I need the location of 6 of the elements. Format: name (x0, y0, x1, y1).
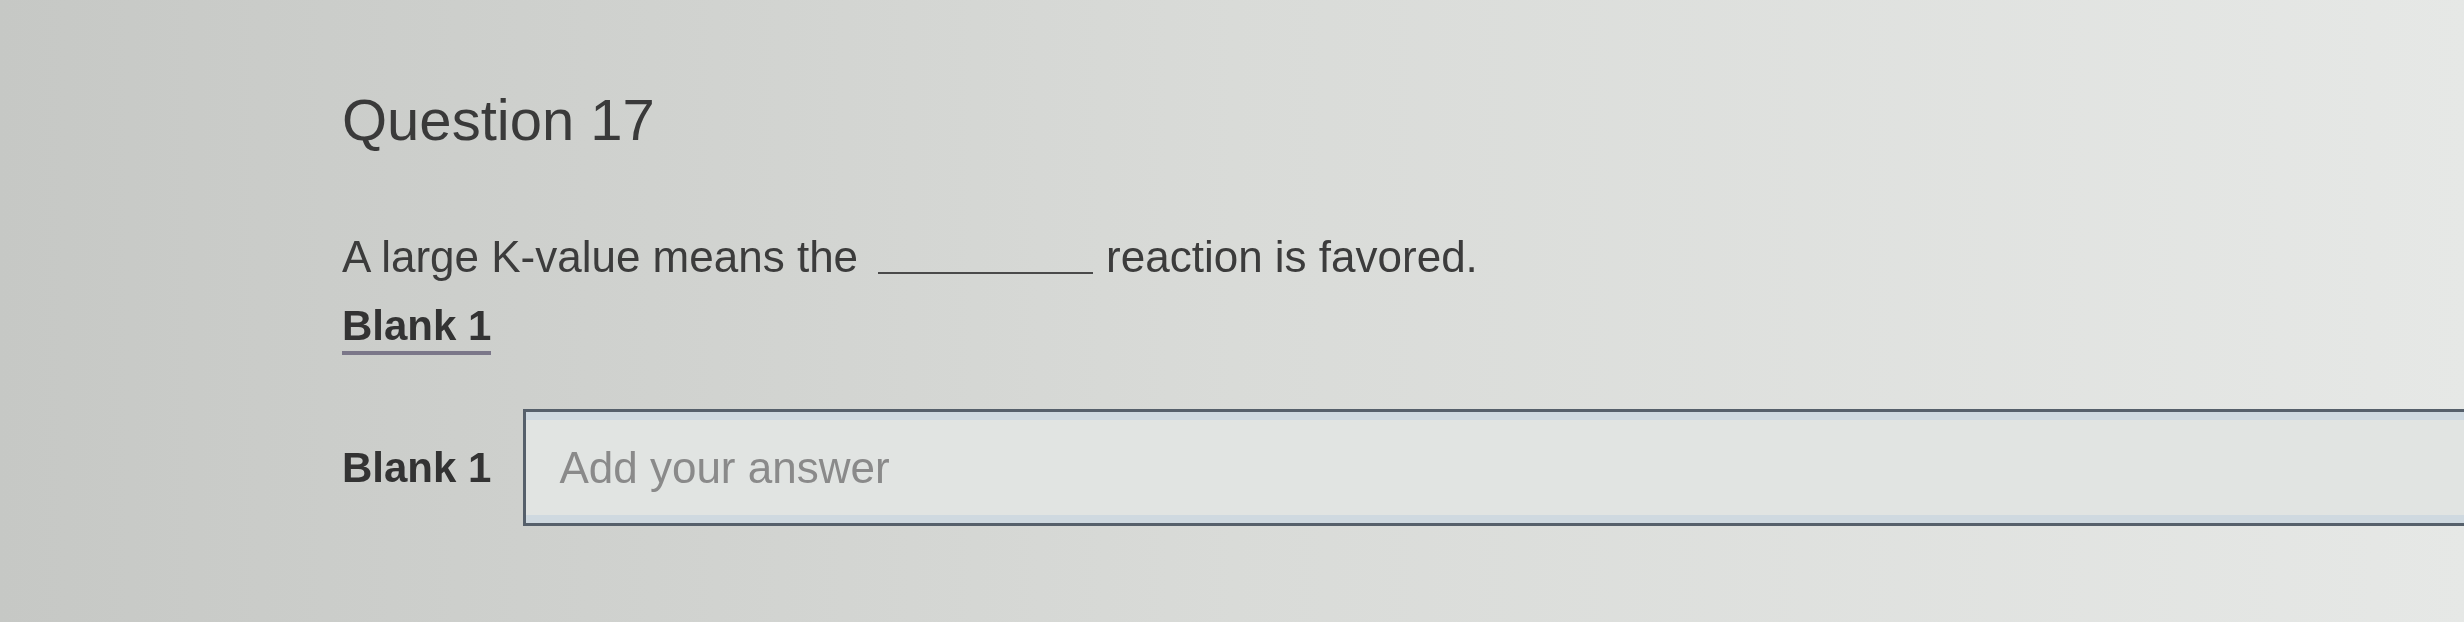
question-title: Question 17 (342, 86, 655, 154)
answer-input[interactable]: Add your answer (523, 409, 2464, 526)
question-text: reaction is favored. (1106, 231, 1478, 283)
blank-label: Blank 1 (342, 442, 492, 493)
blank-tab[interactable]: Blank 1 (342, 301, 492, 355)
question-text: A large K-value means the (342, 231, 859, 283)
